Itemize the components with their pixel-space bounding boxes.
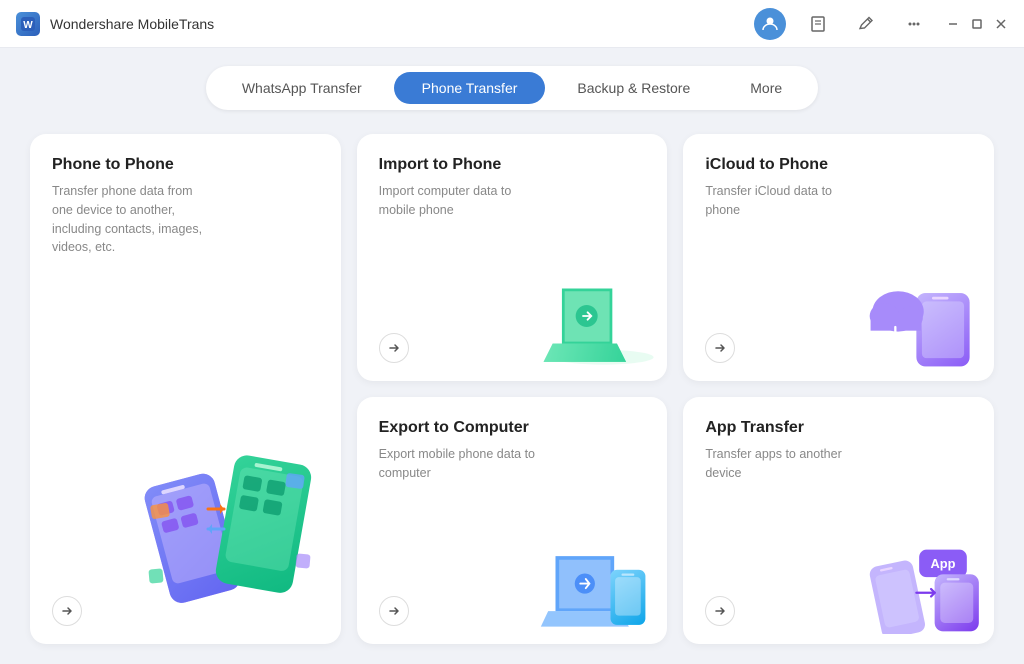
card-phone-to-phone-desc: Transfer phone data from one device to a… <box>52 182 212 257</box>
card-phone-to-phone-title: Phone to Phone <box>52 156 319 174</box>
minimize-button[interactable] <box>946 17 960 31</box>
card-import-desc: Import computer data to mobile phone <box>379 182 539 220</box>
svg-text:App: App <box>931 556 956 571</box>
card-app-title: App Transfer <box>705 419 972 437</box>
card-icloud-to-phone[interactable]: iCloud to Phone Transfer iCloud data to … <box>683 134 994 381</box>
edit-icon[interactable] <box>850 8 882 40</box>
nav-bar: WhatsApp Transfer Phone Transfer Backup … <box>0 48 1024 124</box>
restore-button[interactable] <box>970 17 984 31</box>
card-phone-to-phone[interactable]: Phone to Phone Transfer phone data from … <box>30 134 341 644</box>
card-app-arrow[interactable] <box>705 596 735 626</box>
titlebar-right <box>754 8 1008 40</box>
card-import-arrow[interactable] <box>379 333 409 363</box>
card-icloud-desc: Transfer iCloud data to phone <box>705 182 865 220</box>
main-content: Phone to Phone Transfer phone data from … <box>0 124 1024 664</box>
menu-icon[interactable] <box>898 8 930 40</box>
titlebar-left: W Wondershare MobileTrans <box>16 12 214 36</box>
close-button[interactable] <box>994 17 1008 31</box>
card-import-title: Import to Phone <box>379 156 646 174</box>
cards-grid: Phone to Phone Transfer phone data from … <box>30 134 994 644</box>
card-export-desc: Export mobile phone data to computer <box>379 445 539 483</box>
card-export-arrow[interactable] <box>379 596 409 626</box>
tab-phone[interactable]: Phone Transfer <box>394 72 546 104</box>
tab-whatsapp[interactable]: WhatsApp Transfer <box>214 72 390 104</box>
app-icon: W <box>16 12 40 36</box>
card-icloud-title: iCloud to Phone <box>705 156 972 174</box>
card-app-desc: Transfer apps to another device <box>705 445 865 483</box>
app-title: Wondershare MobileTrans <box>50 16 214 32</box>
card-app-transfer[interactable]: App Transfer Transfer apps to another de… <box>683 397 994 644</box>
nav-tabs: WhatsApp Transfer Phone Transfer Backup … <box>206 66 818 110</box>
card-export-to-computer[interactable]: Export to Computer Export mobile phone d… <box>357 397 668 644</box>
bookmark-icon[interactable] <box>802 8 834 40</box>
card-export-title: Export to Computer <box>379 419 646 437</box>
titlebar: W Wondershare MobileTrans <box>0 0 1024 48</box>
tab-more[interactable]: More <box>722 72 810 104</box>
tab-backup[interactable]: Backup & Restore <box>549 72 718 104</box>
window-controls <box>946 17 1008 31</box>
card-import-to-phone[interactable]: Import to Phone Import computer data to … <box>357 134 668 381</box>
card-phone-to-phone-arrow[interactable] <box>52 596 82 626</box>
svg-text:W: W <box>23 20 33 31</box>
card-icloud-arrow[interactable] <box>705 333 735 363</box>
account-icon[interactable] <box>754 8 786 40</box>
